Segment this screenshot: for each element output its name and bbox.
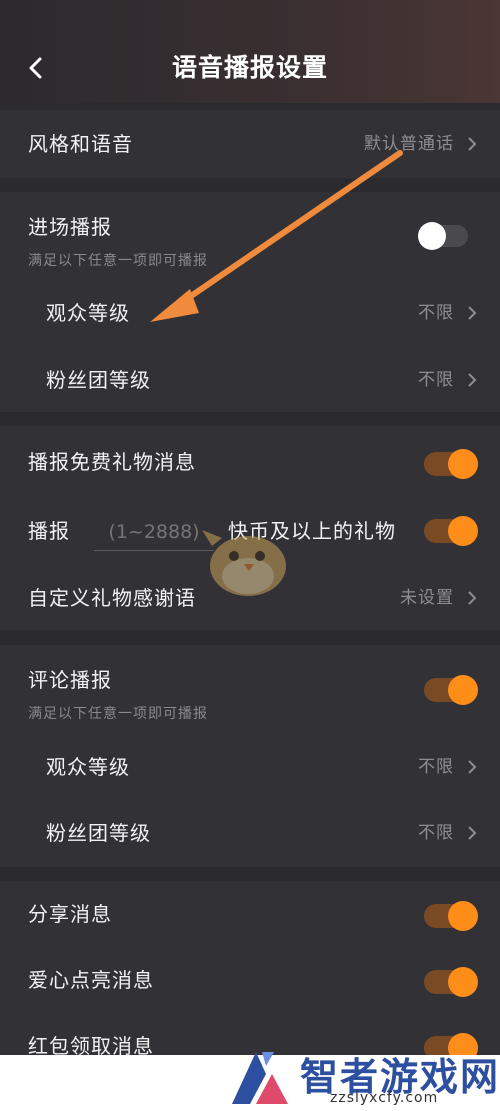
chevron-right-icon <box>468 826 477 840</box>
entry-audience-level-value: 不限 <box>418 303 454 323</box>
entry-section: 进场播报 满足以下任意一项即可播报 观众等级 不限 粉丝团等级 不限 <box>0 192 500 412</box>
toggle-knob <box>448 967 478 997</box>
gift-threshold-input[interactable] <box>94 514 214 551</box>
style-voice-label: 风格和语音 <box>28 132 133 156</box>
toggle-knob <box>448 449 478 479</box>
entry-fan-group-level-value: 不限 <box>418 370 454 390</box>
entry-fan-group-level-row[interactable]: 粉丝团等级 不限 <box>0 359 500 403</box>
share-message-row: 分享消息 <box>0 895 500 935</box>
entry-sublabel: 满足以下任意一项即可播报 <box>28 253 208 269</box>
comment-fan-group-level-label: 粉丝团等级 <box>46 821 151 845</box>
header-bar: 语音播报设置 <box>0 0 500 103</box>
comment-fan-group-level-value: 不限 <box>418 823 454 843</box>
gift-threshold-toggle[interactable] <box>424 516 478 546</box>
toggle-knob <box>418 222 446 250</box>
custom-thanks-label: 自定义礼物感谢语 <box>28 586 196 610</box>
comment-audience-level-row[interactable]: 观众等级 不限 <box>0 745 500 789</box>
entry-label: 进场播报 <box>28 215 112 239</box>
chevron-right-icon <box>468 306 477 320</box>
heart-message-row: 爱心点亮消息 <box>0 961 500 1001</box>
chevron-right-icon <box>468 373 477 387</box>
entry-fan-group-level-label: 粉丝团等级 <box>46 368 151 392</box>
comment-section: 评论播报 满足以下任意一项即可播报 观众等级 不限 粉丝团等级 不限 <box>0 645 500 867</box>
custom-thanks-value: 未设置 <box>400 588 454 608</box>
toggle-knob <box>448 516 478 546</box>
chevron-right-icon <box>468 137 477 151</box>
watermark-url: zzslyxcfy.com <box>330 1090 439 1106</box>
mascot-watermark-icon <box>202 530 286 596</box>
comment-audience-level-label: 观众等级 <box>46 755 130 779</box>
share-message-toggle[interactable] <box>424 901 478 931</box>
entry-toggle[interactable] <box>418 222 468 250</box>
free-gift-toggle[interactable] <box>424 449 478 479</box>
entry-audience-level-label: 观众等级 <box>46 301 130 325</box>
free-gift-label: 播报免费礼物消息 <box>28 450 196 474</box>
free-gift-row: 播报免费礼物消息 <box>0 442 500 482</box>
style-voice-row[interactable]: 风格和语音 默认普通话 <box>0 110 500 178</box>
heart-message-label: 爱心点亮消息 <box>28 968 154 992</box>
comment-fan-group-level-row[interactable]: 粉丝团等级 不限 <box>0 811 500 855</box>
comment-label: 评论播报 <box>28 668 112 692</box>
heart-message-toggle[interactable] <box>424 967 478 997</box>
entry-audience-level-row[interactable]: 观众等级 不限 <box>0 292 500 336</box>
chevron-right-icon <box>468 591 477 605</box>
style-voice-value: 默认普通话 <box>364 134 454 154</box>
toggle-knob <box>448 901 478 931</box>
gift-threshold-prefix: 播报 <box>28 519 70 543</box>
share-message-label: 分享消息 <box>28 902 112 926</box>
style-section: 风格和语音 默认普通话 <box>0 110 500 178</box>
toggle-knob <box>448 675 478 705</box>
chevron-right-icon <box>468 760 477 774</box>
comment-toggle[interactable] <box>424 675 478 705</box>
comment-sublabel: 满足以下任意一项即可播报 <box>28 706 208 722</box>
comment-audience-level-value: 不限 <box>418 757 454 777</box>
site-logo-icon <box>232 1052 288 1104</box>
page-title: 语音播报设置 <box>171 53 328 82</box>
